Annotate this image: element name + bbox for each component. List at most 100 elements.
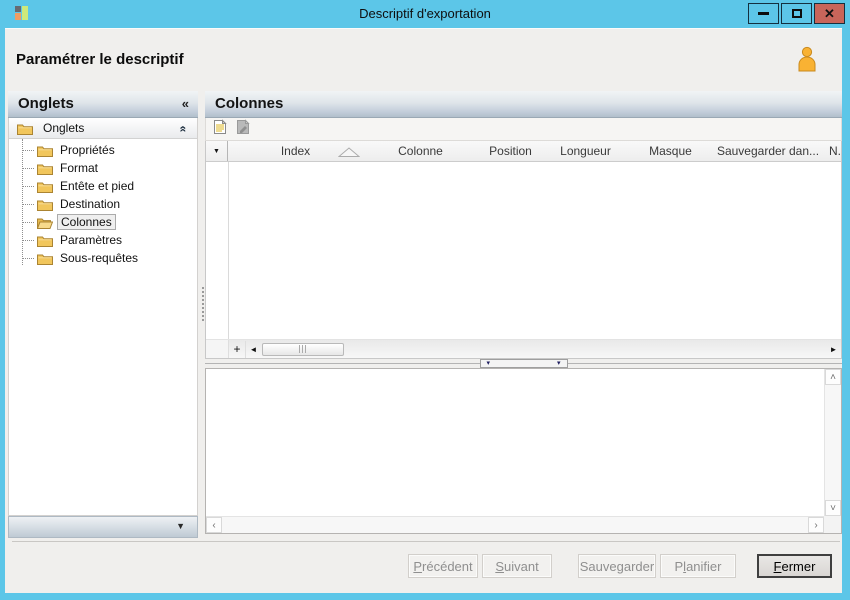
detail-text-panel[interactable]: ˄ ˅ ‹ › — [205, 368, 842, 534]
horizontal-splitter[interactable]: ▾ ▾ — [205, 359, 842, 368]
grid-empty-body[interactable] — [206, 162, 841, 339]
window-controls: ✕ — [748, 3, 845, 24]
label-part: P — [413, 558, 423, 574]
sidebar-item-colonnes[interactable]: Colonnes — [9, 213, 197, 231]
scroll-up-arrow[interactable]: ˄ — [825, 369, 841, 385]
sort-placeholder-icon — [338, 147, 360, 157]
tree-connector — [22, 239, 34, 241]
sidebar-item-label: Format — [60, 161, 99, 175]
sidebar-footer-bar[interactable]: ▼ — [8, 516, 198, 538]
sidebar-item-parametres[interactable]: Paramètres — [9, 231, 197, 249]
horizontal-scrollbar[interactable]: ‹ › — [206, 516, 824, 533]
column-header-label: Index — [280, 144, 311, 158]
new-descriptor-icon[interactable] — [212, 118, 228, 140]
add-column-button[interactable]: + — [229, 340, 246, 358]
scrollbar-thumb[interactable] — [262, 342, 344, 356]
sidebar-item-label: Sous-requêtes — [60, 251, 139, 265]
sidebar-item-sous-requetes[interactable]: Sous-requêtes — [9, 249, 197, 267]
row-indicator-header[interactable]: ▼ — [206, 141, 228, 161]
vertical-scrollbar[interactable]: ˄ ˅ — [824, 369, 841, 516]
minimize-icon — [758, 12, 769, 15]
folder-icon — [37, 200, 53, 211]
column-header-label: N... — [829, 144, 841, 158]
fermer-button[interactable]: Fermer — [757, 554, 832, 578]
sidebar-item-label: Colonnes — [57, 214, 116, 230]
grid-header-row: ▼ Index Colonne Position Longueur Masque… — [206, 141, 841, 162]
grid-horizontal-scrollbar: + ◄ ► — [206, 339, 841, 358]
column-header-position[interactable]: Position — [478, 141, 543, 161]
scroll-right-arrow[interactable]: ► — [826, 341, 841, 358]
splitter-arrow-icon: ▾ — [556, 360, 561, 367]
tree-connector — [22, 257, 34, 259]
column-header-index[interactable]: Index — [228, 141, 363, 161]
scroll-right-arrow[interactable]: › — [808, 517, 824, 533]
titlebar[interactable]: Descriptif d'exportation ✕ — [0, 0, 850, 28]
sidebar-item-proprietes[interactable]: Propriétés — [9, 141, 197, 159]
close-button[interactable]: ✕ — [814, 3, 845, 24]
sidebar-item-destination[interactable]: Destination — [9, 195, 197, 213]
scroll-left-arrow[interactable]: ‹ — [206, 517, 222, 533]
label-part: Sauvegarder — [579, 558, 655, 574]
tree-connector — [22, 149, 34, 151]
folder-icon — [37, 254, 53, 265]
grid-toolbar — [205, 118, 842, 141]
precedent-button[interactable]: Précédent — [408, 554, 478, 578]
sidebar-item-entete-et-pied[interactable]: Entête et pied — [9, 177, 197, 195]
sidebar-collapse-icon[interactable]: « — [182, 91, 189, 117]
sidebar-splitter-grip[interactable] — [202, 287, 204, 321]
columns-grid: ▼ Index Colonne Position Longueur Masque… — [205, 141, 842, 359]
minimize-button[interactable] — [748, 3, 779, 24]
column-header-colonne[interactable]: Colonne — [363, 141, 478, 161]
folder-icon — [17, 124, 33, 135]
scroll-down-arrow[interactable]: ˅ — [825, 500, 841, 516]
planifier-button[interactable]: Pl anifier — [660, 554, 736, 578]
edit-descriptor-disabled-icon — [235, 118, 251, 140]
column-header-truncated[interactable]: N... — [823, 141, 841, 161]
column-header-label: Position — [489, 144, 532, 158]
sidebar-item-label: Entête et pied — [60, 179, 135, 193]
column-header-masque[interactable]: Masque — [628, 141, 713, 161]
user-icon — [796, 46, 818, 78]
column-header-longueur[interactable]: Longueur — [543, 141, 628, 161]
tree-group-onglets[interactable]: Onglets « — [9, 118, 197, 139]
tree-connector — [22, 185, 34, 187]
column-header-sauvegarder-dans[interactable]: Sauvegarder dan... — [713, 141, 823, 161]
tree-connector — [22, 167, 34, 169]
scroll-left-arrow[interactable]: ◄ — [246, 341, 261, 358]
grid-scroll-corner — [206, 340, 229, 358]
folder-icon — [37, 164, 53, 175]
folder-icon — [37, 146, 53, 157]
page-title: Paramétrer le descriptif — [16, 51, 184, 68]
sidebar-item-label: Paramètres — [60, 233, 123, 247]
label-part: F — [773, 558, 782, 574]
footer-divider — [12, 541, 840, 542]
maximize-icon — [791, 9, 802, 18]
column-header-label: Sauvegarder dan... — [716, 144, 820, 158]
sauvegarder-button[interactable]: Sauvegarder — [578, 554, 656, 578]
label-part: uivant — [503, 558, 539, 574]
sidebar-item-label: Propriétés — [60, 143, 115, 157]
tree-connector — [22, 221, 34, 223]
sidebar: Onglets « Onglets « Propriétés Format En… — [8, 91, 198, 538]
suivant-button[interactable]: Suivant — [482, 554, 552, 578]
main-panel-header: Colonnes — [205, 91, 842, 118]
tree-group-label: Onglets — [43, 121, 85, 135]
indicator-column-line — [228, 162, 229, 339]
sidebar-title: Onglets — [18, 95, 74, 112]
main-panel: Colonnes ▼ Index Colonne Position Longue… — [205, 91, 842, 534]
folder-icon — [37, 182, 53, 193]
label-part: S — [495, 558, 504, 574]
scrollbar-track[interactable] — [345, 340, 826, 358]
label-part: anifier — [686, 558, 722, 574]
sidebar-header: Onglets « — [8, 91, 198, 118]
column-header-label: Masque — [649, 144, 692, 158]
sidebar-item-label: Destination — [60, 197, 121, 211]
splitter-arrow-icon: ▾ — [486, 360, 491, 367]
folder-icon — [37, 236, 53, 247]
column-header-label: Longueur — [560, 144, 611, 158]
group-collapse-icon[interactable]: « — [177, 126, 191, 133]
maximize-button[interactable] — [781, 3, 812, 24]
tree-connector — [22, 203, 34, 205]
splitter-collapse-handle[interactable]: ▾ ▾ — [479, 359, 568, 368]
sidebar-item-format[interactable]: Format — [9, 159, 197, 177]
